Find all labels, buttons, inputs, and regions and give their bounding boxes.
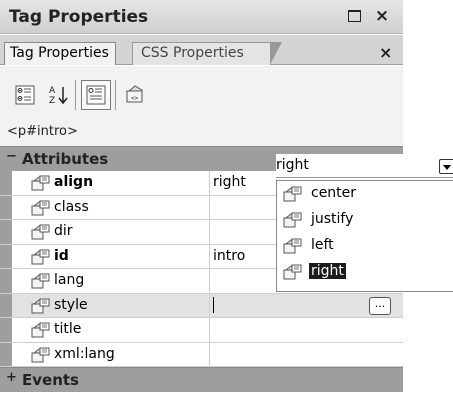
- close-button[interactable]: ×: [372, 6, 392, 26]
- property-name: class: [54, 198, 89, 215]
- row-gutter: [0, 293, 12, 317]
- category-view-button[interactable]: [10, 80, 40, 110]
- category-view-icon: [15, 85, 35, 105]
- maximize-button[interactable]: [344, 6, 364, 26]
- dropdown-option[interactable]: center: [277, 181, 453, 207]
- property-value-cell[interactable]: [210, 318, 403, 342]
- row-gutter: [0, 195, 12, 219]
- align-value-dropdown[interactable]: right: [276, 154, 453, 178]
- tag-attribute-icon: [31, 298, 50, 313]
- enum-value-icon: [283, 238, 302, 254]
- tag-attribute-icon: [31, 249, 50, 264]
- property-name: title: [54, 321, 82, 337]
- svg-text:<>: <>: [131, 95, 139, 102]
- property-name-cell[interactable]: lang: [12, 269, 210, 293]
- tag-icon: <>: [126, 85, 143, 103]
- property-value-cell[interactable]: [210, 343, 403, 367]
- category-label: Events: [22, 371, 79, 389]
- tag-attribute-icon: [31, 273, 50, 289]
- property-name-cell[interactable]: dir: [12, 220, 210, 244]
- enum-value-icon: [283, 264, 302, 280]
- dropdown-option[interactable]: left: [277, 233, 453, 259]
- tag-attribute-icon: [31, 175, 50, 191]
- property-name: id: [54, 247, 69, 264]
- property-name: style: [54, 296, 88, 313]
- category-events[interactable]: + Events: [0, 367, 403, 392]
- enum-value-icon: [283, 212, 302, 228]
- tag-properties-panel: Tag Properties × Tag Properties CSS Prop…: [0, 0, 453, 401]
- dropdown-value[interactable]: right: [276, 157, 309, 173]
- property-name-cell[interactable]: class: [12, 195, 210, 219]
- collapse-icon[interactable]: −: [6, 149, 17, 164]
- tag-attribute-icon: [31, 200, 50, 215]
- tag-attribute-icon: [31, 322, 50, 338]
- category-label: Attributes: [22, 150, 109, 168]
- tab-row: Tag Properties CSS Properties ×: [0, 35, 403, 65]
- row-gutter: [0, 220, 12, 244]
- maximize-icon: [347, 10, 361, 22]
- property-row[interactable]: style...: [0, 293, 403, 318]
- property-name: align: [54, 174, 94, 190]
- row-gutter: [0, 342, 12, 366]
- row-gutter: [0, 318, 12, 342]
- toolbar-separator: [75, 80, 76, 110]
- text-caret: [213, 296, 214, 313]
- property-name: lang: [54, 272, 85, 288]
- svg-text:Z: Z: [49, 96, 55, 106]
- tab-close-button[interactable]: ×: [379, 43, 392, 62]
- sort-az-icon: A Z: [49, 86, 68, 106]
- option-label: left: [311, 237, 334, 253]
- dropdown-option[interactable]: right: [277, 259, 453, 285]
- ellipsis-button[interactable]: ...: [369, 296, 391, 315]
- svg-text:A: A: [49, 86, 56, 96]
- row-gutter: [0, 269, 12, 293]
- tab-css-properties[interactable]: CSS Properties: [132, 42, 282, 65]
- dropdown-option[interactable]: justify: [277, 207, 453, 233]
- property-row[interactable]: xml:lang: [0, 342, 403, 367]
- property-name: dir: [54, 223, 73, 239]
- tag-button[interactable]: <>: [120, 80, 150, 110]
- tab-tag-properties[interactable]: Tag Properties: [4, 42, 116, 65]
- panel-titlebar: Tag Properties ×: [0, 0, 403, 34]
- property-name-cell[interactable]: id: [12, 244, 210, 268]
- sort-az-button[interactable]: A Z: [44, 80, 74, 110]
- property-name: xml:lang: [54, 345, 115, 362]
- property-value: right: [213, 174, 246, 190]
- option-label: justify: [311, 211, 354, 227]
- chevron-down-icon[interactable]: [439, 159, 453, 174]
- show-set-properties-icon: [86, 85, 106, 105]
- property-row[interactable]: title: [0, 318, 403, 343]
- toolbar-separator: [115, 80, 116, 110]
- show-set-properties-button[interactable]: [81, 80, 111, 110]
- property-value-cell[interactable]: ...: [210, 294, 403, 318]
- toolbar: A Z <> <p#intro>: [0, 66, 403, 146]
- panel-title: Tag Properties: [9, 7, 149, 27]
- enum-value-icon: [283, 186, 302, 202]
- property-value: intro: [213, 247, 246, 264]
- tag-attribute-icon: [31, 224, 50, 240]
- option-label: right: [309, 263, 346, 279]
- row-gutter: [0, 171, 12, 195]
- tag-attribute-icon: [31, 347, 50, 362]
- property-name-cell[interactable]: title: [12, 318, 210, 342]
- option-label: center: [311, 185, 357, 201]
- align-options-list: center justify left right: [276, 180, 453, 292]
- property-name-cell[interactable]: style: [12, 293, 210, 317]
- property-name-cell[interactable]: align: [12, 171, 210, 195]
- tag-path-label: <p#intro>: [7, 124, 78, 139]
- expand-icon[interactable]: +: [6, 370, 17, 385]
- property-name-cell[interactable]: xml:lang: [12, 342, 210, 366]
- row-gutter: [0, 244, 12, 268]
